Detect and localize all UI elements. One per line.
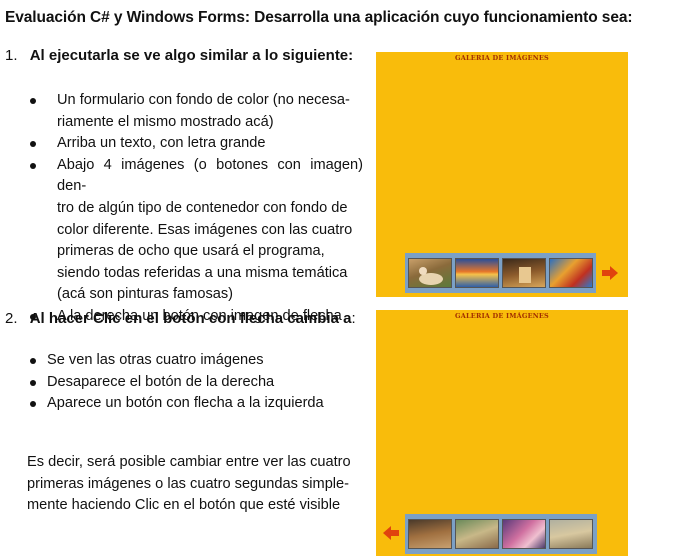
bullet-form-background: Un formulario con fondo de color (no nec…	[30, 90, 363, 133]
gallery-title: GALERIA DE IMÁGENES	[455, 312, 549, 320]
image-strip	[405, 514, 597, 554]
arrow-right-icon[interactable]	[602, 266, 618, 280]
bullet-left-button-shown: Aparece un botón con flecha a la izquier…	[30, 393, 347, 415]
page-title: Evaluación C# y Windows Forms: Desarroll…	[5, 9, 633, 26]
section-1-heading-text: Al ejecutarla se ve algo similar a lo si…	[29, 47, 354, 64]
bullet-dot	[30, 162, 36, 169]
bullet-dot	[30, 358, 36, 364]
section-2-number: 2.	[5, 310, 18, 327]
bullet-large-text: Arriba un texto, con letra grande	[30, 133, 363, 155]
section-1-number: 1.	[5, 47, 18, 64]
painting-thumbnail-3[interactable]	[502, 258, 546, 288]
section-2-heading-text: Al hacer Clic en el botón con flecha cam…	[29, 310, 352, 327]
gallery-form-screenshot-1: GALERIA DE IMÁGENES	[376, 52, 628, 297]
gallery-title: GALERIA DE IMÁGENES	[455, 54, 549, 62]
painting-thumbnail-2[interactable]	[455, 258, 499, 288]
arrow-left-icon[interactable]	[383, 526, 399, 540]
section-2-bullet-list: Se ven las otras cuatro imágenes Desapar…	[30, 350, 347, 415]
painting-thumbnail-1[interactable]	[408, 258, 452, 288]
summary-paragraph: Es decir, será posible cambiar entre ver…	[27, 454, 351, 514]
painting-thumbnail-7[interactable]	[502, 519, 546, 549]
bullet-other-images: Se ven las otras cuatro imágenes	[30, 350, 347, 372]
image-strip	[405, 253, 596, 293]
painting-thumbnail-8[interactable]	[549, 519, 593, 549]
bullet-right-button-hidden: Desaparece el botón de la derecha	[30, 372, 347, 394]
bullet-four-images: Abajo 4 imágenes (o botones con imagen) …	[30, 155, 363, 306]
bullet-dot	[30, 379, 36, 386]
section-1-heading: 1. Al ejecutarla se ve algo similar a lo…	[5, 47, 353, 64]
bullet-dot	[30, 98, 36, 104]
gallery-form-screenshot-2: GALERIA DE IMÁGENES	[376, 310, 628, 556]
bullet-dot	[30, 141, 36, 148]
bullet-dot	[30, 401, 36, 408]
painting-thumbnail-5[interactable]	[408, 519, 452, 549]
section-1-bullet-list: Un formulario con fondo de color (no nec…	[30, 90, 363, 328]
painting-thumbnail-6[interactable]	[455, 519, 499, 549]
section-2-heading: 2. Al hacer Clic en el botón con flecha …	[5, 310, 356, 327]
painting-thumbnail-4[interactable]	[549, 258, 593, 288]
